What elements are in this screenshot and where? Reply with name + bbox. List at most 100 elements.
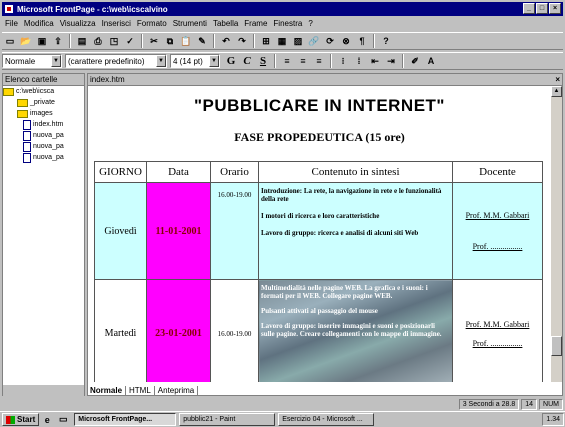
font-select[interactable]: (carattere predefinito) ▼ — [65, 54, 167, 68]
copy-icon[interactable]: ⧉ — [163, 34, 177, 48]
menu-strumenti[interactable]: Strumenti — [170, 19, 210, 28]
menu-file[interactable]: File — [2, 19, 21, 28]
vertical-scrollbar[interactable]: ▲ — [551, 86, 562, 382]
tab-html[interactable]: HTML — [126, 386, 155, 395]
print-icon[interactable]: ⎙ — [91, 34, 105, 48]
quicklaunch-ie-icon[interactable]: e — [40, 413, 54, 427]
table-header-row: GIORNO Data Orario Contenuto in sintesi … — [94, 161, 543, 183]
page-icon — [23, 119, 31, 130]
refresh-icon[interactable]: ⟳ — [323, 34, 337, 48]
align-left-icon[interactable]: ≡ — [280, 54, 294, 68]
contenuto-line: Lavoro di gruppo: ricerca e analisi di a… — [261, 229, 419, 237]
spelling-icon[interactable]: ✓ — [123, 34, 137, 48]
font-color-icon[interactable]: A — [424, 54, 438, 68]
save-icon[interactable]: ▣ — [35, 34, 49, 48]
bold-button[interactable]: G — [223, 54, 239, 69]
folder-icon — [3, 87, 14, 96]
task-paint[interactable]: pubblic21 - Paint — [179, 413, 276, 426]
windows-logo-icon — [6, 415, 15, 424]
docente-name: Prof. ................ — [472, 242, 523, 251]
orario-cell: 16.00-19.00 — [210, 182, 259, 280]
underline-button[interactable]: S — [255, 54, 271, 69]
format-painter-icon[interactable]: ✎ — [195, 34, 209, 48]
download-time: 3 Secondi a 28.8 — [458, 398, 520, 410]
menu-formato[interactable]: Formato — [134, 19, 170, 28]
page-content[interactable]: "PUBBLICARE IN INTERNET" FASE PROPEDEUTI… — [88, 86, 551, 382]
tree-item[interactable]: index.htm — [3, 119, 84, 130]
align-right-icon[interactable]: ≡ — [312, 54, 326, 68]
menu-tabella[interactable]: Tabella — [210, 19, 241, 28]
folder-icon — [17, 109, 28, 118]
num-lock-indicator: NUM — [539, 398, 563, 410]
editor-filename: index.htm — [90, 75, 125, 84]
help-icon[interactable]: ? — [379, 34, 393, 48]
menu-inserisci[interactable]: Inserisci — [99, 19, 134, 28]
task-frontpage[interactable]: Microsoft FrontPage... — [74, 413, 177, 426]
tree-item[interactable]: nuova_pa — [3, 152, 84, 163]
tree-item[interactable]: nuova_pa — [3, 130, 84, 141]
insert-table-icon[interactable]: ▦ — [275, 34, 289, 48]
italic-button[interactable]: C — [239, 54, 255, 69]
tree-item[interactable]: images — [3, 108, 84, 119]
docente-name: Prof. ................ — [472, 338, 523, 348]
quicklaunch-desktop-icon[interactable]: ▭ — [56, 413, 70, 427]
contenuto-line: I motori di ricerca e loro caratteristic… — [261, 212, 380, 220]
insert-picture-icon[interactable]: ▨ — [291, 34, 305, 48]
tree-item[interactable]: nuova_pa — [3, 141, 84, 152]
page-title: "PUBBLICARE IN INTERNET" — [193, 96, 445, 115]
start-button[interactable]: Start — [2, 413, 40, 426]
status-clock: 14 — [521, 398, 538, 410]
align-center-icon[interactable]: ≡ — [296, 54, 310, 68]
publish-icon[interactable]: ⇪ — [51, 34, 65, 48]
frontpage-app-icon[interactable] — [4, 4, 14, 14]
redo-icon[interactable]: ↷ — [235, 34, 249, 48]
tree-root[interactable]: c:\web\icsca — [3, 86, 84, 97]
contenuto-line: Multimedialità nelle pagine WEB. La graf… — [261, 284, 428, 300]
menu-modifica[interactable]: Modifica — [21, 19, 57, 28]
menu-visualizza[interactable]: Visualizza — [57, 19, 99, 28]
tree-item[interactable]: _private — [3, 97, 84, 108]
increase-indent-icon[interactable]: ⇥ — [384, 54, 398, 68]
paste-icon[interactable]: 📋 — [179, 34, 193, 48]
menu-frame[interactable]: Frame — [241, 19, 270, 28]
frontpage-window: Microsoft FrontPage - c:\web\icscalvino … — [0, 0, 565, 427]
size-select[interactable]: 4 (14 pt) ▼ — [170, 54, 220, 68]
window-title: Microsoft FrontPage - c:\web\icscalvino — [17, 4, 168, 14]
decrease-indent-icon[interactable]: ⇤ — [368, 54, 382, 68]
stop-icon[interactable]: ⊗ — [339, 34, 353, 48]
tray-time: 1.34 — [546, 416, 560, 423]
folder-list-icon[interactable]: ▤ — [75, 34, 89, 48]
menu-help[interactable]: ? — [305, 19, 315, 28]
system-tray: 1.34 — [542, 413, 564, 426]
scroll-up-icon[interactable]: ▲ — [551, 86, 562, 97]
open-icon[interactable]: 📂 — [19, 34, 33, 48]
task-esercizio[interactable]: Esercizio 04 - Microsoft ... — [278, 413, 375, 426]
col-header: Data — [146, 161, 211, 183]
insert-component-icon[interactable]: ⊞ — [259, 34, 273, 48]
tab-anteprima[interactable]: Anteprima — [155, 386, 199, 395]
data-cell: 11-01-2001 — [146, 182, 211, 280]
col-header: Docente — [452, 161, 543, 183]
close-button[interactable]: × — [549, 3, 561, 14]
minimize-button[interactable]: _ — [523, 3, 535, 14]
cut-icon[interactable]: ✂ — [147, 34, 161, 48]
menu-finestra[interactable]: Finestra — [270, 19, 305, 28]
style-select[interactable]: Normale ▼ — [2, 54, 62, 68]
contenuto-line: Lavoro di gruppo: inserire immagini e su… — [261, 322, 442, 338]
close-document-icon[interactable]: × — [555, 74, 560, 86]
hyperlink-icon[interactable]: 🔗 — [307, 34, 321, 48]
new-page-icon[interactable]: ▭ — [3, 34, 17, 48]
preview-icon[interactable]: ◳ — [107, 34, 121, 48]
maximize-button[interactable]: □ — [536, 3, 548, 14]
giorno-cell: Martedì — [94, 279, 147, 382]
folder-horizontal-scrollbar[interactable] — [3, 385, 84, 396]
scroll-thumb[interactable] — [551, 336, 562, 356]
bullet-list-icon[interactable]: ⁞ — [352, 54, 366, 68]
tab-normale[interactable]: Normale — [87, 386, 127, 395]
title-bar: Microsoft FrontPage - c:\web\icscalvino … — [2, 2, 563, 16]
show-all-icon[interactable]: ¶ — [355, 34, 369, 48]
undo-icon[interactable]: ↶ — [219, 34, 233, 48]
numbered-list-icon[interactable]: ⁝ — [336, 54, 350, 68]
highlight-icon[interactable]: ✐ — [408, 54, 422, 68]
contenuto-line: Pulsanti attivati al passaggio del mouse — [261, 307, 378, 315]
